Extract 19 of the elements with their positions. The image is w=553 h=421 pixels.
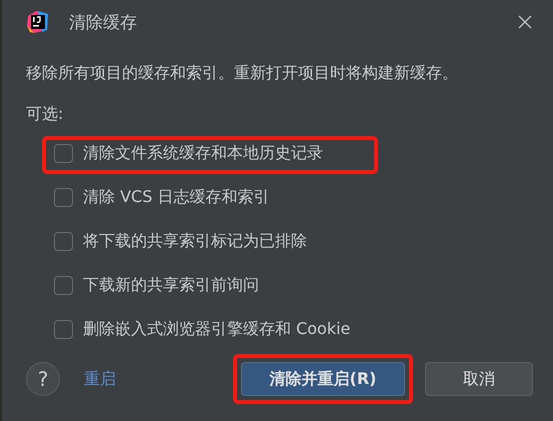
clear-restart-button[interactable]: 清除并重启(R) [241,362,405,396]
options-label: 可选: [26,104,64,125]
description-text: 移除所有项目的缓存和索引。重新打开项目时将构建新缓存。 [26,63,459,84]
option-label: 清除文件系统缓存和本地历史记录 [83,142,323,164]
app-logo-icon [26,10,50,34]
checkbox[interactable] [54,232,73,250]
option-label: 将下载的共享索引标记为已排除 [83,230,307,252]
window-title: 清除缓存 [69,12,137,34]
checkbox[interactable] [54,276,73,294]
option-label: 下载新的共享索引前询问 [83,274,259,296]
checkbox[interactable] [54,144,73,162]
close-icon[interactable] [517,14,533,30]
help-button[interactable]: ? [26,362,60,396]
option-label: 删除嵌入式浏览器引擎缓存和 Cookie [83,318,350,340]
option-label: 清除 VCS 日志缓存和索引 [83,186,270,208]
restart-link[interactable]: 重启 [84,368,116,390]
checkbox[interactable] [54,320,73,338]
checkbox[interactable] [54,188,73,206]
cancel-button[interactable]: 取消 [425,362,533,396]
